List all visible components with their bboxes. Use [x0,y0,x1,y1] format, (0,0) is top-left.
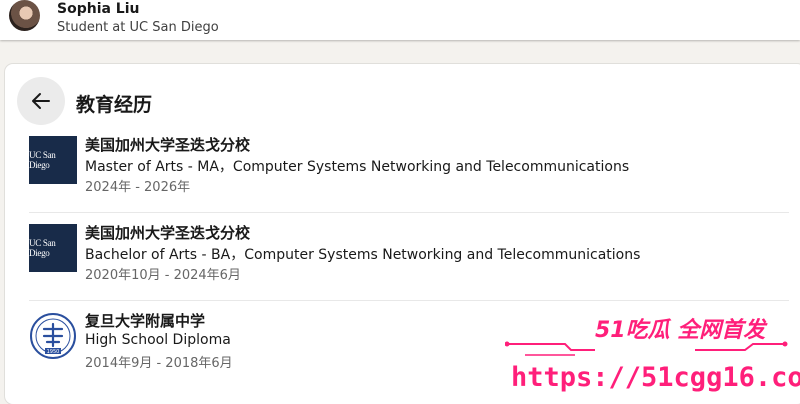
school-logo: UC San Diego [29,136,77,184]
degree-text: High School Diploma [85,332,231,348]
degree-text: Bachelor of Arts - BA，Computer Systems N… [85,247,641,263]
back-button[interactable] [17,77,65,125]
school-logo: 1950 [29,312,77,360]
date-range: 2024年 - 2026年 [85,180,191,195]
profile-headline: Student at UC San Diego [57,20,219,35]
svg-text:1950: 1950 [47,349,60,355]
school-logo: UC San Diego [29,224,77,272]
arrow-left-icon [32,93,50,109]
school-name[interactable]: 美国加州大学圣迭戈分校 [85,134,250,155]
avatar[interactable] [9,0,40,31]
school-name[interactable]: 美国加州大学圣迭戈分校 [85,222,250,243]
school-seal-icon: 1950 [30,313,76,359]
education-card: 教育经历 UC San Diego 美国加州大学圣迭戈分校 Master of … [5,64,800,404]
page-title: 教育经历 [76,94,153,116]
degree-text: Master of Arts - MA，Computer Systems Net… [85,159,630,175]
school-name[interactable]: 复旦大学附属中学 [85,310,205,331]
divider [29,212,789,213]
date-range: 2020年10月 - 2024年6月 [85,268,241,283]
profile-name[interactable]: Sophia Liu [57,1,140,17]
date-range: 2014年9月 - 2018年6月 [85,356,233,371]
divider [29,300,789,301]
profile-topbar: Sophia Liu Student at UC San Diego [0,0,800,40]
